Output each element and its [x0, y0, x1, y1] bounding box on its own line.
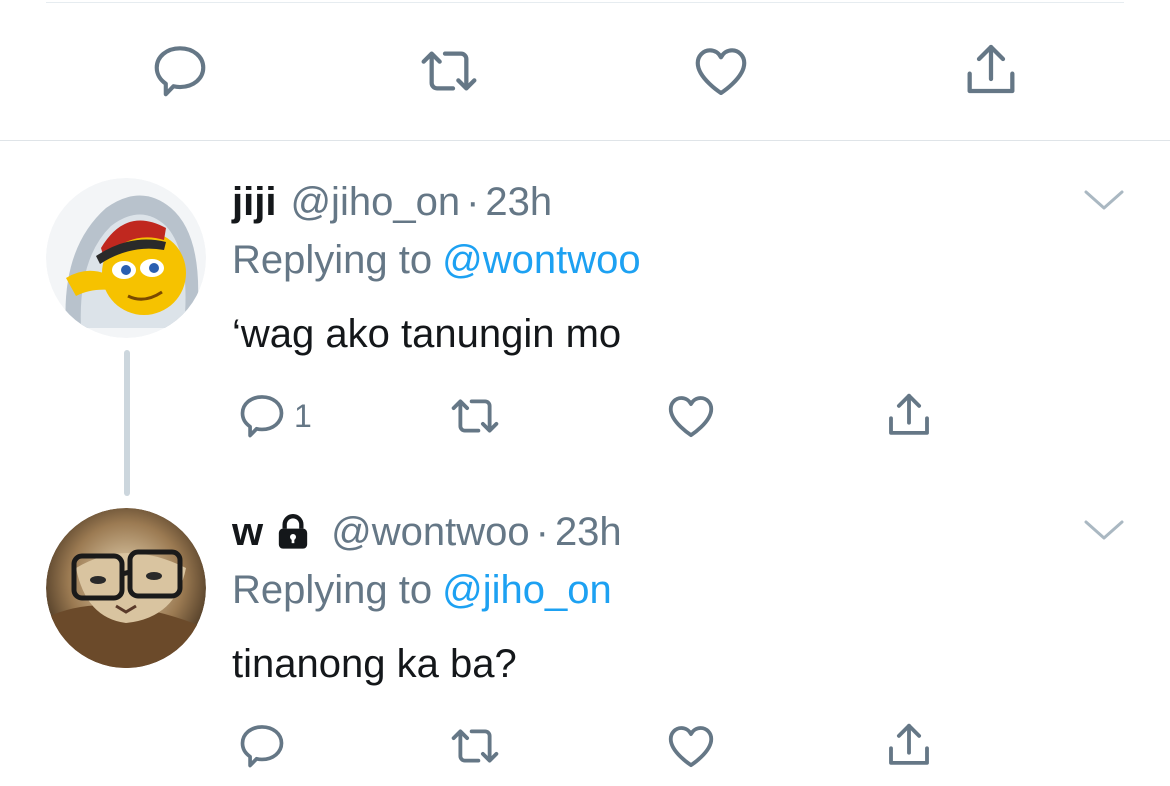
tweet-text: ‘wag ako tanungin mo — [232, 312, 622, 356]
share-icon — [967, 44, 1015, 94]
retweet-icon — [451, 399, 499, 433]
like-button[interactable] — [664, 386, 718, 446]
replying-to-mention[interactable]: @jiho_on — [442, 568, 612, 612]
avatar[interactable] — [46, 178, 206, 338]
heart-icon — [668, 726, 714, 768]
tweet-1-header: jiji @jiho_on · 23h — [232, 178, 552, 226]
share-button[interactable] — [882, 386, 936, 446]
main-retweet-button[interactable] — [416, 38, 482, 104]
retweet-icon — [451, 729, 499, 763]
like-button[interactable] — [664, 716, 718, 776]
retweet-button[interactable] — [448, 386, 502, 446]
display-name[interactable]: w — [232, 510, 263, 555]
user-handle[interactable]: @jiho_on — [290, 180, 460, 225]
reply-icon — [240, 725, 284, 768]
replying-to-line: Replying to @wontwoo — [232, 238, 641, 283]
separator-dot: · — [466, 179, 480, 224]
tweet-text: tinanong ka ba? — [232, 642, 517, 686]
main-tweet-actions — [0, 0, 1170, 140]
retweet-button[interactable] — [448, 716, 502, 776]
replying-to-label: Replying to — [232, 568, 433, 612]
reply-icon — [154, 46, 206, 97]
share-icon — [889, 393, 929, 435]
retweet-icon — [421, 51, 477, 91]
lock-icon — [273, 512, 313, 552]
separator-dot: · — [535, 509, 549, 554]
heart-icon — [695, 48, 747, 96]
user-handle[interactable]: @wontwoo — [331, 510, 529, 555]
tweet-2-actions — [0, 716, 1170, 776]
reply-icon — [240, 395, 284, 438]
reply-count: 1 — [294, 397, 312, 434]
avatar-hooded-emoji-image — [46, 178, 206, 338]
replying-to-line: Replying to @jiho_on — [232, 568, 612, 613]
main-like-button[interactable] — [688, 38, 754, 104]
heart-icon — [668, 396, 714, 438]
avatar[interactable] — [46, 508, 206, 668]
share-button[interactable] — [882, 716, 936, 776]
chevron-down-icon[interactable] — [1082, 516, 1126, 544]
reply-button[interactable] — [236, 716, 288, 776]
display-name[interactable]: jiji — [232, 180, 276, 225]
section-divider — [0, 140, 1170, 141]
replying-to-label: Replying to — [232, 238, 433, 282]
timestamp[interactable]: 23h — [555, 510, 622, 555]
timestamp[interactable]: 23h — [485, 180, 552, 225]
tweet-2-header: w @wontwoo · 23h — [232, 508, 622, 556]
tweet-1-actions: 1 — [0, 386, 1170, 446]
replying-to-mention[interactable]: @wontwoo — [442, 238, 640, 282]
avatar-cat-glasses-image — [46, 508, 206, 668]
main-share-button[interactable] — [958, 38, 1024, 104]
chevron-down-icon[interactable] — [1082, 186, 1126, 214]
reply-button[interactable]: 1 — [236, 386, 312, 446]
main-reply-button[interactable] — [147, 38, 213, 104]
share-icon — [889, 723, 929, 765]
